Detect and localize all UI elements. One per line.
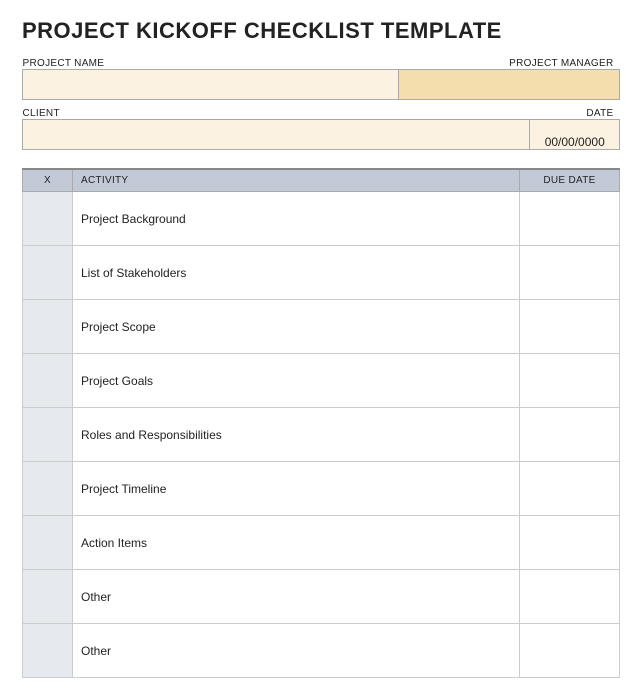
table-row: Action Items xyxy=(23,516,620,570)
table-row: Project Scope xyxy=(23,300,620,354)
due-date-cell[interactable] xyxy=(520,462,620,516)
due-date-cell[interactable] xyxy=(520,624,620,678)
activity-cell[interactable]: Project Scope xyxy=(73,300,520,354)
due-date-cell[interactable] xyxy=(520,300,620,354)
date-field[interactable]: 00/00/0000 xyxy=(530,120,620,150)
due-date-cell[interactable] xyxy=(520,408,620,462)
date-label: DATE xyxy=(530,108,620,120)
checkbox-cell[interactable] xyxy=(23,408,73,462)
col-header-due: DUE DATE xyxy=(520,169,620,192)
activity-cell[interactable]: Other xyxy=(73,624,520,678)
activity-cell[interactable]: Other xyxy=(73,570,520,624)
activity-cell[interactable]: Action Items xyxy=(73,516,520,570)
due-date-cell[interactable] xyxy=(520,570,620,624)
activity-cell[interactable]: Project Goals xyxy=(73,354,520,408)
meta-row-1: PROJECT NAME PROJECT MANAGER xyxy=(22,58,620,100)
checkbox-cell[interactable] xyxy=(23,192,73,246)
checkbox-cell[interactable] xyxy=(23,462,73,516)
table-row: Other xyxy=(23,570,620,624)
activity-cell[interactable]: Roles and Responsibilities xyxy=(73,408,520,462)
activity-cell[interactable]: Project Timeline xyxy=(73,462,520,516)
due-date-cell[interactable] xyxy=(520,192,620,246)
project-name-label: PROJECT NAME xyxy=(23,58,399,70)
meta-row-2: CLIENT DATE 00/00/0000 xyxy=(22,108,620,150)
activity-cell[interactable]: Project Background xyxy=(73,192,520,246)
project-name-field[interactable] xyxy=(23,70,399,100)
project-manager-field[interactable] xyxy=(399,70,620,100)
checkbox-cell[interactable] xyxy=(23,246,73,300)
page-title: PROJECT KICKOFF CHECKLIST TEMPLATE xyxy=(22,18,620,44)
table-row: List of Stakeholders xyxy=(23,246,620,300)
table-row: Project Timeline xyxy=(23,462,620,516)
table-row: Other xyxy=(23,624,620,678)
due-date-cell[interactable] xyxy=(520,246,620,300)
col-header-activity: ACTIVITY xyxy=(73,169,520,192)
checkbox-cell[interactable] xyxy=(23,570,73,624)
due-date-cell[interactable] xyxy=(520,516,620,570)
table-row: Project Background xyxy=(23,192,620,246)
checkbox-cell[interactable] xyxy=(23,516,73,570)
client-field[interactable] xyxy=(23,120,530,150)
table-row: Project Goals xyxy=(23,354,620,408)
checkbox-cell[interactable] xyxy=(23,354,73,408)
project-manager-label: PROJECT MANAGER xyxy=(399,58,620,70)
checklist-table: X ACTIVITY DUE DATE Project BackgroundLi… xyxy=(22,168,620,678)
due-date-cell[interactable] xyxy=(520,354,620,408)
col-header-x: X xyxy=(23,169,73,192)
checkbox-cell[interactable] xyxy=(23,624,73,678)
client-label: CLIENT xyxy=(23,108,530,120)
table-row: Roles and Responsibilities xyxy=(23,408,620,462)
activity-cell[interactable]: List of Stakeholders xyxy=(73,246,520,300)
checkbox-cell[interactable] xyxy=(23,300,73,354)
